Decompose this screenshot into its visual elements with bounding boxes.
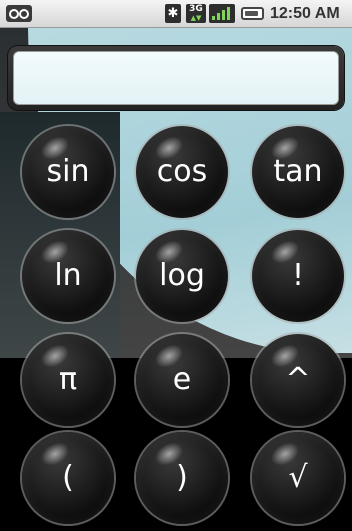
e-button[interactable]: e <box>136 334 228 426</box>
open-paren-button[interactable]: ( <box>22 432 114 524</box>
ln-label: ln <box>54 258 82 293</box>
ln-button[interactable]: ln <box>22 230 114 322</box>
bluetooth-icon: ✱ <box>165 4 181 23</box>
close-paren-button[interactable]: ) <box>136 432 228 524</box>
power-label: ^ <box>285 362 311 397</box>
sqrt-button[interactable]: √ <box>252 432 344 524</box>
sin-label: sin <box>46 154 90 189</box>
signal-icon <box>209 4 235 23</box>
voicemail-icon <box>6 5 32 22</box>
open-paren-label: ( <box>62 460 74 495</box>
display-field[interactable] <box>13 51 339 105</box>
close-paren-label: ) <box>176 460 188 495</box>
status-time: 12:50 AM <box>270 5 340 22</box>
status-bar: ✱ 3G ▲▼ 12:50 AM <box>0 0 352 28</box>
calculator-display <box>8 46 344 110</box>
pi-label: π <box>58 362 78 397</box>
sqrt-label: √ <box>288 460 308 495</box>
power-button[interactable]: ^ <box>252 334 344 426</box>
cos-label: cos <box>156 154 208 189</box>
network-type-label: 3G <box>189 4 203 14</box>
tan-label: tan <box>273 154 323 189</box>
3g-icon: 3G ▲▼ <box>186 4 206 23</box>
log-label: log <box>159 258 205 293</box>
sin-button[interactable]: sin <box>22 126 114 218</box>
e-label: e <box>172 362 192 397</box>
log-button[interactable]: log <box>136 230 228 322</box>
cos-button[interactable]: cos <box>136 126 228 218</box>
factorial-button[interactable]: ! <box>252 230 344 322</box>
pi-button[interactable]: π <box>22 334 114 426</box>
battery-icon <box>241 7 264 20</box>
tan-button[interactable]: tan <box>252 126 344 218</box>
factorial-label: ! <box>291 258 305 293</box>
